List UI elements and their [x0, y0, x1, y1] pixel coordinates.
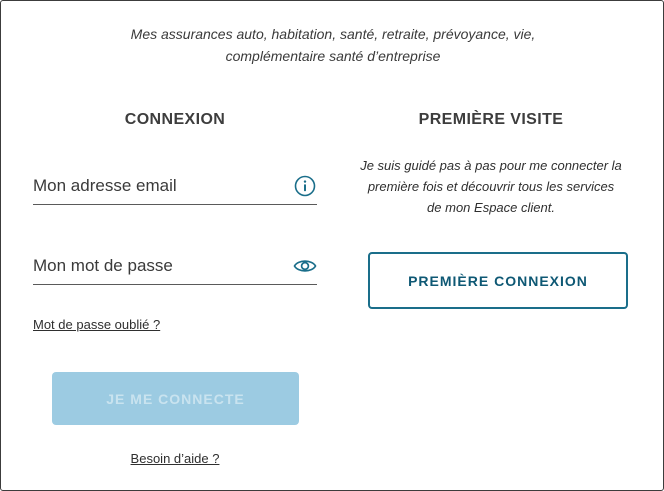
first-visit-description: Je suis guidé pas à pas pour me connecte…	[337, 155, 645, 218]
first-visit-text-line-2: première fois et découvrir tous les serv…	[367, 179, 615, 194]
login-button[interactable]: JE ME CONNECTE	[52, 372, 299, 425]
first-visit-text-line-3: de mon Espace client.	[427, 200, 555, 215]
login-heading: CONNEXION	[124, 111, 226, 128]
first-visit-text-line-1: Je suis guidé pas à pas pour me connecte…	[360, 158, 622, 173]
eye-icon[interactable]	[293, 254, 317, 278]
email-input[interactable]	[33, 172, 283, 200]
help-container: Besoin d’aide ?	[33, 451, 317, 466]
first-connection-button[interactable]: PREMIÈRE CONNEXION	[368, 252, 628, 309]
tagline: Mes assurances auto, habitation, santé, …	[1, 23, 664, 67]
password-input[interactable]	[33, 252, 283, 280]
first-visit-heading: PREMIÈRE VISITE	[418, 111, 564, 128]
login-panel: Mes assurances auto, habitation, santé, …	[0, 0, 664, 491]
tagline-line-1: Mes assurances auto, habitation, santé, …	[130, 26, 536, 42]
help-link[interactable]: Besoin d’aide ?	[131, 451, 220, 466]
tagline-line-2: complémentaire santé d’entreprise	[225, 48, 441, 64]
info-icon[interactable]	[293, 174, 317, 198]
forgot-password-link[interactable]: Mot de passe oublié ?	[33, 317, 160, 332]
password-field	[33, 244, 317, 285]
email-field	[33, 164, 317, 205]
